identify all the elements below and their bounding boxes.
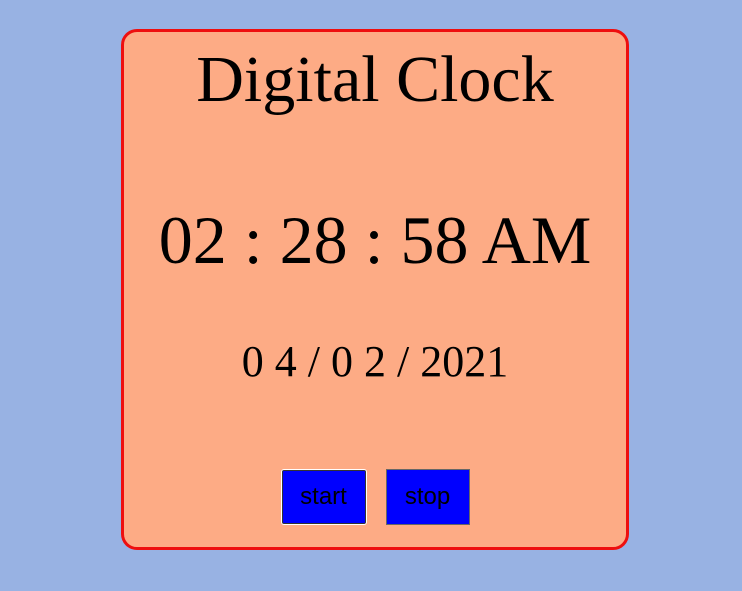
time-display: 02 : 28 : 58 AM [158, 202, 592, 278]
clock-card: Digital Clock 02 : 28 : 58 AM 0 4 / 0 2 … [121, 29, 629, 550]
start-button[interactable]: start [280, 469, 367, 525]
clock-title: Digital Clock [196, 43, 554, 116]
date-display: 0 4 / 0 2 / 2021 [241, 337, 509, 386]
clock-controls: start stop [124, 469, 626, 525]
stop-button[interactable]: stop [385, 469, 470, 525]
